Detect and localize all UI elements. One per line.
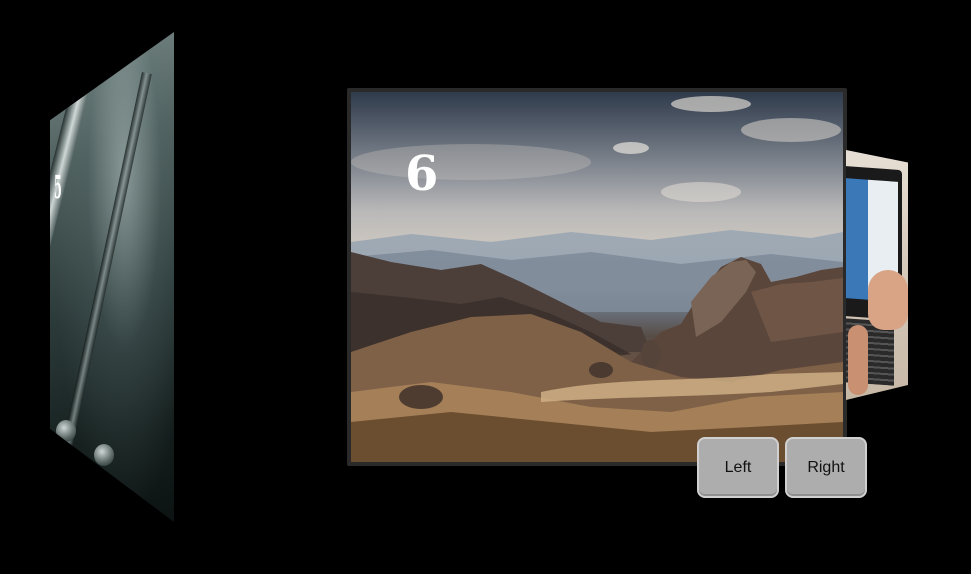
slide-image-detail — [848, 325, 868, 395]
slide-image-detail — [846, 178, 868, 300]
slide-number: 6 — [405, 146, 439, 202]
left-button[interactable]: Left — [697, 437, 779, 498]
slide-image-detail — [868, 270, 908, 330]
right-button[interactable]: Right — [785, 437, 867, 498]
carousel-slide-5[interactable]: 5 — [50, 32, 174, 522]
slide-image-detail — [94, 444, 114, 466]
carousel-slide-7[interactable] — [846, 150, 908, 400]
slide-number: 5 — [54, 168, 62, 206]
carousel-slide-6[interactable]: 6 — [347, 88, 847, 466]
carousel-stage: 5 6 Left Right — [0, 0, 971, 574]
slide-image-detail — [56, 420, 76, 442]
